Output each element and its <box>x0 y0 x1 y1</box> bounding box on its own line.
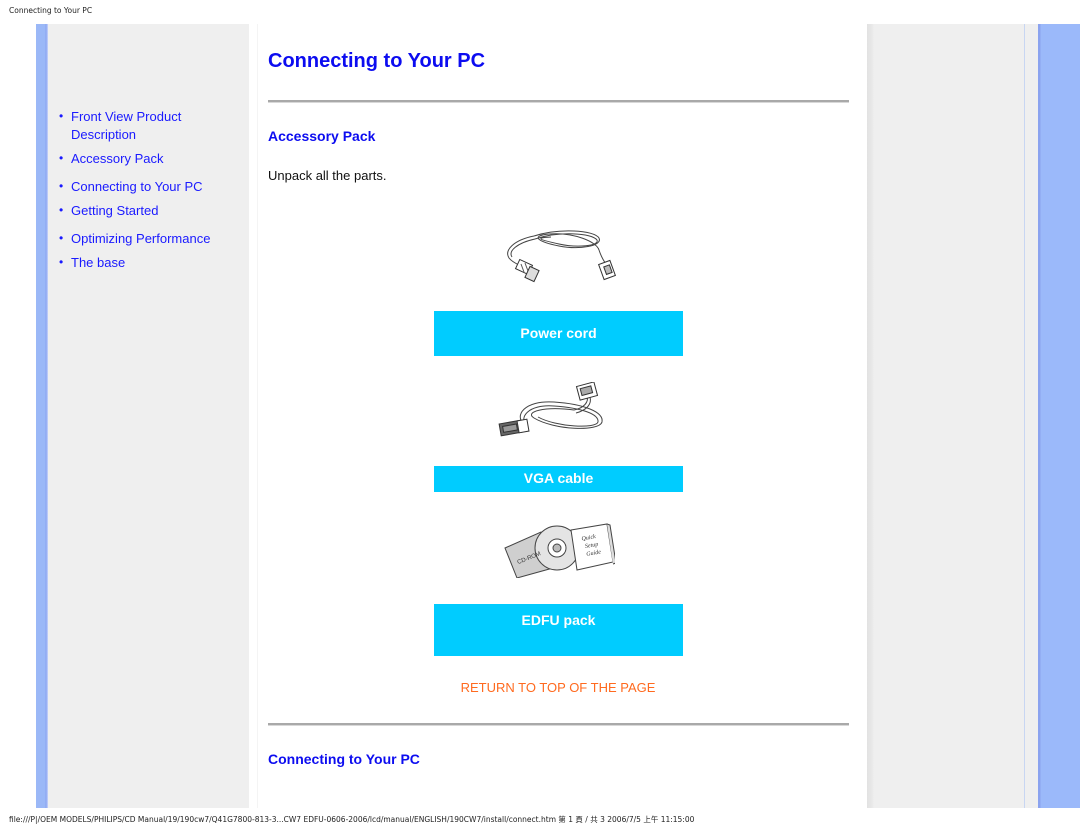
sidebar-link-connecting[interactable]: Connecting to Your PC <box>71 179 203 194</box>
edfu-pack-label: EDFU pack <box>434 604 683 656</box>
sidebar-item-connecting: • Connecting to Your PC <box>59 178 249 196</box>
sidebar-item-optimizing: • Optimizing Performance <box>59 230 249 248</box>
left-decorative-stripe <box>36 24 48 808</box>
page-title: Connecting to Your PC <box>268 50 486 72</box>
bullet-icon: • <box>59 230 64 245</box>
sidebar-link-getting-started[interactable]: Getting Started <box>71 203 158 218</box>
intro-text: Unpack all the parts. <box>268 168 387 183</box>
vga-cable-label: VGA cable <box>434 466 683 492</box>
bullet-icon: • <box>59 151 64 165</box>
right-decorative-stripe <box>1038 24 1080 808</box>
sidebar-link-the-base[interactable]: The base <box>71 255 125 270</box>
right-panel <box>867 24 1038 808</box>
sidebar-nav: • Front View Product Description • Acces… <box>59 108 249 272</box>
sidebar-item-the-base: • The base <box>59 254 249 272</box>
power-cord-icon <box>507 230 617 283</box>
print-header: Connecting to Your PC <box>9 6 93 15</box>
sidebar-item-getting-started: • Getting Started <box>59 202 249 220</box>
right-divider-line <box>1024 24 1025 808</box>
accessory-pack-heading: Accessory Pack <box>268 128 376 144</box>
bullet-icon: • <box>59 203 64 217</box>
divider <box>268 723 849 726</box>
print-footer: file:///P|/OEM MODELS/PHILIPS/CD Manual/… <box>9 815 695 824</box>
bullet-icon: • <box>59 109 64 123</box>
divider <box>268 100 849 103</box>
sidebar-item-front-view: • Front View Product Description <box>59 108 249 143</box>
vga-cable-icon <box>498 382 603 437</box>
sidebar-link-optimizing[interactable]: Optimizing Performance <box>71 231 210 246</box>
return-to-top-link[interactable]: RETURN TO TOP OF THE PAGE <box>458 680 658 695</box>
sidebar-link-accessory-pack[interactable]: Accessory Pack <box>71 151 163 166</box>
connecting-heading: Connecting to Your PC <box>268 751 420 767</box>
bullet-icon: • <box>59 178 64 193</box>
sidebar-item-accessory-pack: • Accessory Pack <box>59 150 249 168</box>
content-edge-line <box>257 24 258 808</box>
bullet-icon: • <box>59 255 64 269</box>
sidebar-link-front-view[interactable]: Front View Product Description <box>71 109 181 142</box>
power-cord-label: Power cord <box>434 311 683 356</box>
edfu-pack-icon: CD-ROM Quick Setup Guide <box>504 523 615 578</box>
